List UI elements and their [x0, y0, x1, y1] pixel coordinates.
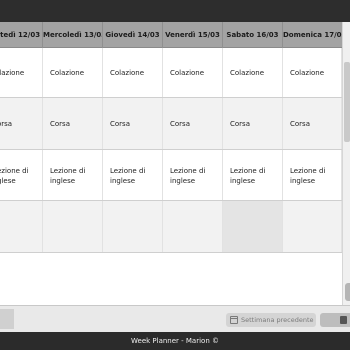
file-icon — [340, 316, 347, 324]
event-label: Lezione di inglese — [110, 167, 146, 185]
event-cell[interactable]: Colazione — [43, 48, 103, 97]
event-cell[interactable] — [163, 201, 223, 252]
event-label: Corsa — [230, 120, 250, 128]
event-label: Colazione — [230, 69, 265, 77]
event-cell[interactable] — [283, 201, 342, 252]
day-header-thursday: Giovedì 14/03 — [103, 22, 163, 48]
event-cell[interactable] — [43, 201, 103, 252]
event-label: Corsa — [170, 120, 190, 128]
event-cell[interactable]: Colazione — [223, 48, 283, 97]
event-label: Colazione — [290, 69, 325, 77]
vertical-scrollbar[interactable] — [342, 22, 350, 305]
previous-week-button[interactable]: Settimana precedente — [226, 313, 316, 327]
day-header-tuesday: artedì 12/03 — [0, 22, 43, 48]
event-cell[interactable]: Corsa — [163, 98, 223, 149]
event-cell[interactable]: Corsa — [223, 98, 283, 149]
event-cell[interactable] — [103, 201, 163, 252]
event-label: Lezione di inglese — [230, 167, 266, 185]
event-label: ezione di glese — [0, 167, 29, 185]
event-cell[interactable]: Corsa — [103, 98, 163, 149]
event-label: Lezione di inglese — [170, 167, 206, 185]
calendar-icon — [230, 316, 238, 324]
table-row: olazione Colazione Colazione Colazione C… — [0, 48, 342, 98]
event-cell[interactable]: Corsa — [43, 98, 103, 149]
event-label: olazione — [0, 69, 25, 77]
day-header-sunday: Domenica 17/03 — [283, 22, 342, 48]
table-row: ezione di glese Lezione di inglese Lezio… — [0, 150, 342, 201]
table-row: orsa Corsa Corsa Corsa Corsa Corsa — [0, 98, 342, 150]
event-label: Corsa — [50, 120, 70, 128]
previous-week-label: Settimana precedente — [241, 316, 314, 324]
event-cell-selected[interactable] — [223, 201, 283, 252]
event-cell[interactable]: ezione di glese — [0, 150, 43, 200]
event-cell[interactable]: Lezione di inglese — [283, 150, 342, 200]
event-cell[interactable]: olazione — [0, 48, 43, 97]
week-grid: artedì 12/03 Mercoledì 13/03 Giovedì 14/… — [0, 22, 342, 305]
table-row — [0, 201, 342, 253]
next-week-button[interactable] — [320, 313, 350, 327]
scrollbar-thumb[interactable] — [344, 62, 350, 142]
event-label: Colazione — [170, 69, 205, 77]
event-cell[interactable]: Lezione di inglese — [223, 150, 283, 200]
day-header-friday: Venerdì 15/03 — [163, 22, 223, 48]
event-cell[interactable]: Lezione di inglese — [163, 150, 223, 200]
event-cell[interactable]: Colazione — [163, 48, 223, 97]
event-cell[interactable]: Colazione — [103, 48, 163, 97]
side-panel-handle[interactable] — [345, 283, 350, 301]
event-cell[interactable]: Corsa — [283, 98, 342, 149]
event-label: Lezione di inglese — [50, 167, 86, 185]
day-header-saturday: Sabato 16/03 — [223, 22, 283, 48]
event-label: Lezione di inglese — [290, 167, 326, 185]
status-bar: Week Planner - Marion © — [0, 332, 350, 350]
event-label: Corsa — [110, 120, 130, 128]
event-label: Colazione — [110, 69, 145, 77]
event-label: orsa — [0, 120, 13, 128]
title-bar — [0, 0, 350, 22]
event-cell[interactable]: Lezione di inglese — [103, 150, 163, 200]
day-header-row: artedì 12/03 Mercoledì 13/03 Giovedì 14/… — [0, 22, 342, 48]
day-header-wednesday: Mercoledì 13/03 — [43, 22, 103, 48]
event-cell[interactable]: Lezione di inglese — [43, 150, 103, 200]
footer-toolbar: Settimana precedente — [0, 305, 350, 332]
footer-left-button[interactable] — [0, 309, 14, 329]
event-cell[interactable]: Colazione — [283, 48, 342, 97]
event-label: Colazione — [50, 69, 85, 77]
event-cell[interactable]: orsa — [0, 98, 43, 149]
event-cell[interactable] — [0, 201, 43, 252]
event-label: Corsa — [290, 120, 310, 128]
